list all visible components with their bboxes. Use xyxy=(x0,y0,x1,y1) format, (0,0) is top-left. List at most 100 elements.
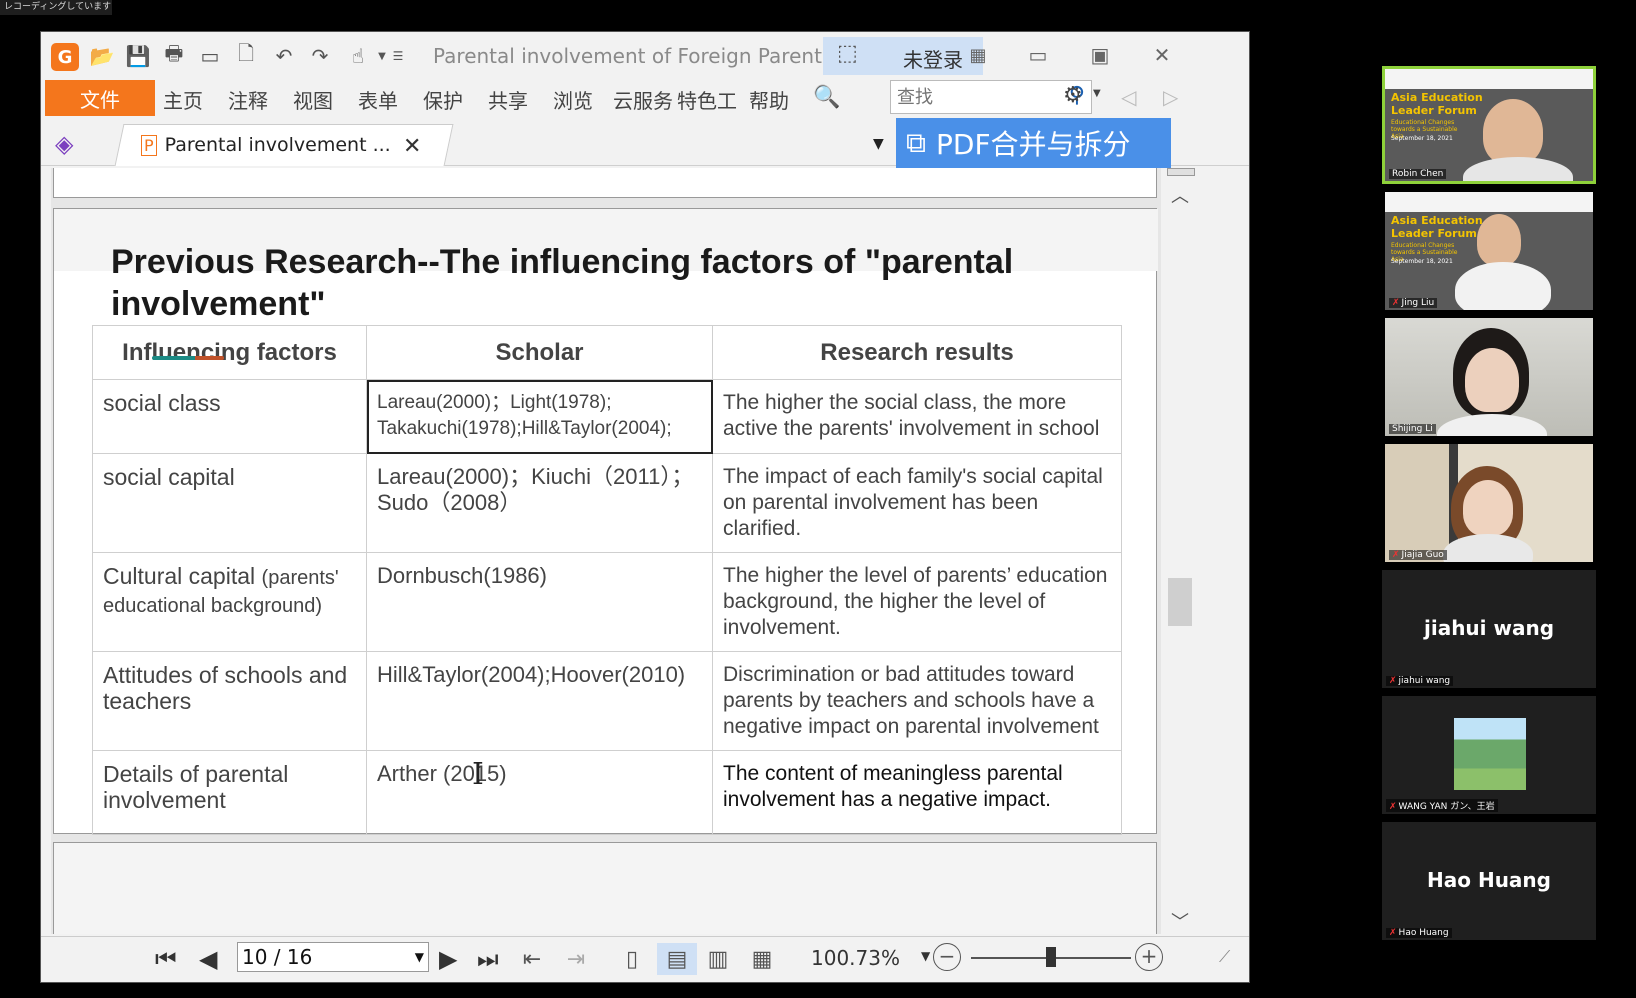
undo-icon[interactable]: ↶ xyxy=(271,43,297,69)
result-cell: The higher the social class, the more ac… xyxy=(712,379,1122,454)
vertical-scrollbar[interactable]: ︿ ﹀ xyxy=(1165,168,1195,934)
factor-cell: social class xyxy=(92,379,367,454)
participant-name-text: jiahui wang xyxy=(1398,676,1451,686)
page-number-field[interactable]: 10 / 16 ▼ xyxy=(237,942,429,972)
scholar-cell: Dornbusch(1986) xyxy=(366,552,713,652)
nav-forward-icon[interactable]: ▷ xyxy=(1163,85,1178,109)
menu-home[interactable]: 主页 xyxy=(163,85,203,114)
scholar-cell: Lareau(2000)；Light(1978); Takakuchi(1978… xyxy=(366,379,713,454)
participant-name: Shijing Li xyxy=(1389,424,1436,434)
participant-face xyxy=(1463,480,1513,536)
login-button[interactable]: ⬚ 未登录 xyxy=(823,37,983,75)
table-row: social class Lareau(2000)；Light(1978); T… xyxy=(92,379,1122,454)
resize-grip-icon[interactable]: ⟋ xyxy=(1219,947,1230,967)
menu-help[interactable]: 帮助 xyxy=(749,85,789,114)
save-icon[interactable]: 💾 xyxy=(125,43,151,69)
forum-title: Asia Education Leader Forum xyxy=(1391,214,1483,240)
quick-access-more-icon[interactable]: ☰ xyxy=(385,43,411,69)
table-row: Attitudes of schools and teachers Hill&T… xyxy=(92,651,1122,751)
close-window-button[interactable]: ✕ xyxy=(1147,40,1177,70)
last-page-icon[interactable]: ⏭ xyxy=(477,945,499,973)
table-row: Cultural capital (parents' educational b… xyxy=(92,552,1122,652)
find-folder-icon[interactable]: 🔍 xyxy=(813,85,840,110)
single-page-view-icon[interactable]: ▯ xyxy=(617,943,647,975)
participant-body xyxy=(1455,262,1551,310)
scan-icon[interactable]: ▭ xyxy=(197,43,223,69)
header-research-results: Research results xyxy=(712,325,1122,380)
scroll-up-icon[interactable]: ︿ xyxy=(1171,182,1189,208)
hand-tool-icon[interactable]: ☝ xyxy=(345,43,371,69)
muted-mic-icon: ✗ xyxy=(1389,802,1397,812)
zoom-out-icon[interactable]: − xyxy=(933,943,961,971)
page-dropdown-icon[interactable]: ▼ xyxy=(415,943,424,971)
next-view-icon[interactable]: ⇥ xyxy=(561,943,591,975)
scroll-down-icon[interactable]: ﹀ xyxy=(1171,908,1189,934)
nav-back-icon[interactable]: ◁ xyxy=(1121,85,1136,109)
previous-page-icon[interactable]: ◀ xyxy=(199,945,217,973)
menu-cloud[interactable]: 云服务 xyxy=(613,85,675,114)
redo-icon[interactable]: ↷ xyxy=(307,43,333,69)
zoom-level[interactable]: 100.73% xyxy=(811,946,900,970)
tab-list-dropdown-icon[interactable]: ▼ xyxy=(873,136,884,152)
previous-page xyxy=(53,168,1157,198)
new-document-icon[interactable]: 🗋 xyxy=(233,41,259,69)
qr-code-icon[interactable]: ▦ xyxy=(963,40,993,70)
continuous-facing-view-icon[interactable]: ▦ xyxy=(747,943,777,975)
menu-form[interactable]: 表单 xyxy=(358,85,398,114)
zoom-in-icon[interactable]: + xyxy=(1135,943,1163,971)
participant-name: ✗ Jiajia Guo xyxy=(1389,550,1447,560)
slide-title: Previous Research--The influencing facto… xyxy=(111,243,1014,323)
scholar-cell: Hill&Taylor(2004);Hoover(2010) xyxy=(366,651,713,751)
video-tile[interactable]: ✗ Jiajia Guo xyxy=(1385,444,1593,562)
pdf-merge-split-banner[interactable]: ⧉ PDF合并与拆分 xyxy=(896,118,1171,168)
menu-protect[interactable]: 保护 xyxy=(423,85,463,114)
participant-name-text: Hao Huang xyxy=(1398,928,1449,938)
pdf-reader-window: G 📂 💾 🖶 ▭ 🗋 ↶ ↷ ☝ ▼ ☰ Parental involveme… xyxy=(40,31,1250,983)
participant-face xyxy=(1483,99,1543,165)
scroll-thumb[interactable] xyxy=(1168,578,1192,626)
print-icon[interactable]: 🖶 xyxy=(161,41,187,69)
maximize-button[interactable]: ▣ xyxy=(1085,40,1115,70)
menu-browse[interactable]: 浏览 xyxy=(553,85,593,114)
video-tile[interactable]: Asia Education Leader Forum Educational … xyxy=(1382,66,1596,184)
facing-view-icon[interactable]: ▥ xyxy=(703,943,733,975)
menu-file[interactable]: 文件 xyxy=(45,80,155,116)
continuous-view-icon[interactable]: ▤ xyxy=(657,943,697,975)
workspace-logo-icon[interactable]: ◈ xyxy=(55,130,73,158)
app-logo-icon[interactable]: G xyxy=(51,43,79,71)
close-tab-icon[interactable]: ✕ xyxy=(403,134,421,159)
video-tile[interactable]: ✗ WANG YAN ガン、王岩 xyxy=(1382,696,1596,814)
user-login-icon: ⬚ xyxy=(837,41,858,66)
video-tile[interactable]: Hao Huang ✗ Hao Huang xyxy=(1382,822,1596,940)
participant-face xyxy=(1465,348,1519,412)
table-row: social capital Lareau(2000)；Kiuchi（2011）… xyxy=(92,453,1122,553)
factor-cell: Attitudes of schools and teachers xyxy=(92,651,367,751)
muted-mic-icon: ✗ xyxy=(1392,550,1400,560)
zoom-dropdown-icon[interactable]: ▼ xyxy=(921,949,930,963)
open-folder-icon[interactable]: 📂 xyxy=(89,43,115,69)
video-tile[interactable]: Asia Education Leader Forum Educational … xyxy=(1385,192,1593,310)
forum-date: September 18, 2021 xyxy=(1391,258,1453,265)
menu-share[interactable]: 共享 xyxy=(488,85,528,114)
menu-view[interactable]: 视图 xyxy=(293,85,333,114)
menu-features[interactable]: 特色工 xyxy=(677,85,739,114)
banner-label: PDF合并与拆分 xyxy=(936,128,1131,161)
profile-picture xyxy=(1454,718,1526,790)
previous-view-icon[interactable]: ⇤ xyxy=(517,943,547,975)
video-tile[interactable]: Shijing Li xyxy=(1385,318,1593,436)
zoom-slider-knob[interactable] xyxy=(1046,947,1056,967)
first-page-icon[interactable]: ⏮ xyxy=(155,945,177,973)
menu-comment[interactable]: 注释 xyxy=(228,85,268,114)
next-page-icon[interactable]: ▶ xyxy=(439,945,457,973)
document-tab-content: P Parental involvement ... xyxy=(141,134,391,156)
recording-indicator: レコーディングしています... xyxy=(0,0,112,15)
minimize-button[interactable]: ▭ xyxy=(1023,40,1053,70)
search-input[interactable] xyxy=(891,81,1061,113)
factor-cell: Details of parental involvement xyxy=(92,750,367,835)
document-viewport[interactable]: Previous Research--The influencing facto… xyxy=(51,168,1161,934)
screen: レコーディングしています... G 📂 💾 🖶 ▭ 🗋 ↶ ↷ ☝ ▼ ☰ Pa… xyxy=(0,0,1636,998)
split-grip[interactable] xyxy=(1167,168,1195,176)
video-tile[interactable]: jiahui wang ✗ jiahui wang xyxy=(1382,570,1596,688)
settings-dropdown-icon[interactable]: ▼ xyxy=(1093,88,1101,99)
gear-icon[interactable]: ⚙ xyxy=(1063,83,1083,108)
